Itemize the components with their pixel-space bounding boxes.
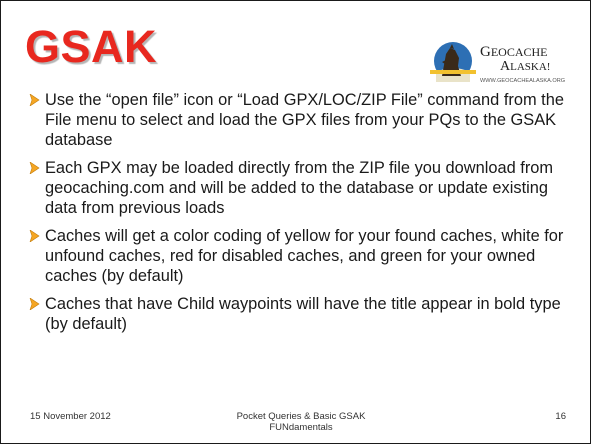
bullet-text: Each GPX may be loaded directly from the… [45, 159, 554, 217]
bullet-item: Caches will get a color coding of yellow… [29, 226, 569, 286]
footer-date: 15 November 2012 [30, 411, 111, 422]
bullet-item: Caches that have Child waypoints will ha… [29, 294, 569, 334]
bullet-list: Use the “open file” icon or “Load GPX/LO… [29, 90, 569, 334]
bullet-item: Each GPX may be loaded directly from the… [29, 158, 569, 218]
footer-page-number: 16 [555, 411, 566, 422]
bullet-text: Caches will get a color coding of yellow… [45, 227, 564, 285]
svg-text:WWW.GEOCACHEALASKA.ORG: WWW.GEOCACHEALASKA.ORG [480, 78, 565, 84]
arrow-bullet-icon [29, 298, 40, 310]
bullet-text: Use the “open file” icon or “Load GPX/LO… [45, 91, 564, 149]
svg-text:ALASKA!: ALASKA! [500, 59, 550, 74]
slide: GSAK GEOCACHE ALASKA! WWW.GEOCACHEALASKA… [0, 0, 591, 444]
bullet-item: Use the “open file” icon or “Load GPX/LO… [29, 90, 569, 150]
geocache-alaska-logo: GEOCACHE ALASKA! WWW.GEOCACHEALASKA.ORG [430, 42, 565, 84]
svg-text:GEOCACHE: GEOCACHE [480, 44, 548, 60]
slide-title: GSAK [25, 21, 158, 72]
footer-title-line1: Pocket Queries & Basic GSAK [236, 411, 366, 422]
bullet-text: Caches that have Child waypoints will ha… [45, 295, 561, 333]
arrow-bullet-icon [29, 162, 40, 174]
footer-title-line2: FUNdamentals [269, 422, 333, 433]
arrow-bullet-icon [29, 230, 40, 242]
footer-title: Pocket Queries & Basic GSAK FUNdamentals [201, 411, 401, 433]
arrow-bullet-icon [29, 94, 40, 106]
